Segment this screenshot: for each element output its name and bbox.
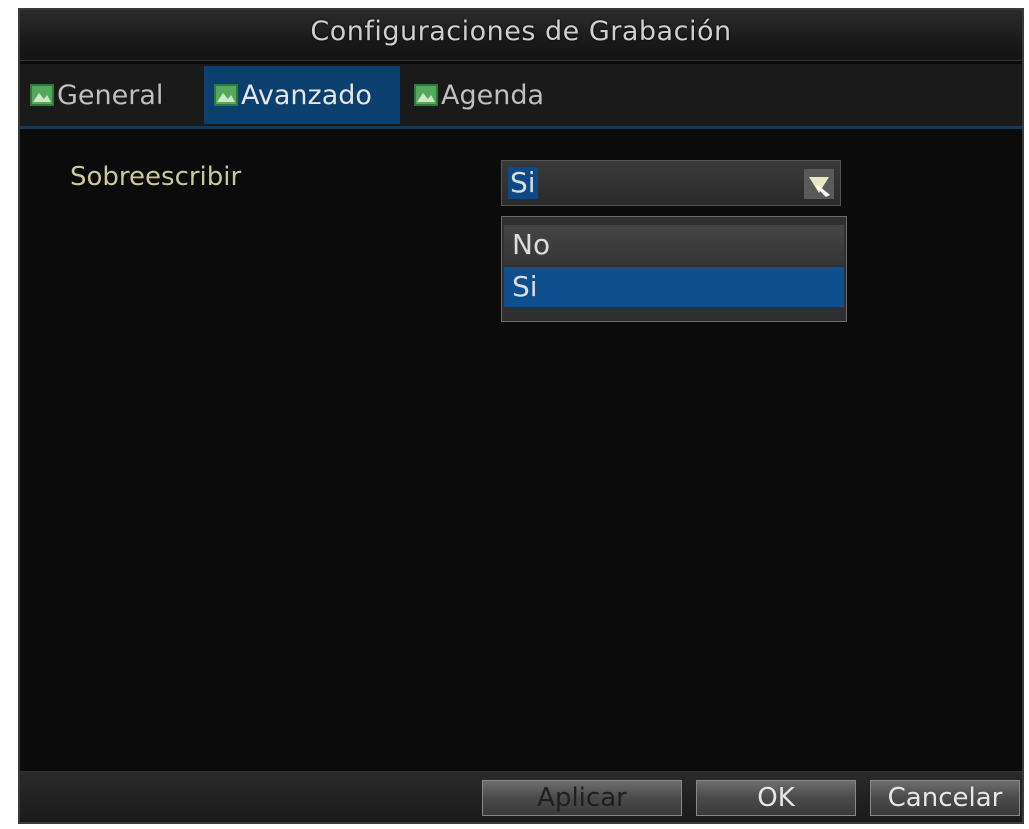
ok-button[interactable]: OK [696,780,856,816]
tab-general-label: General [57,79,164,111]
overwrite-dropdown-list: No Si [501,216,847,322]
apply-button[interactable]: Aplicar [482,780,682,816]
tab-agenda-label: Agenda [441,79,545,111]
option-si[interactable]: Si [504,267,844,307]
picture-icon [214,84,238,106]
tab-avanzado[interactable]: Avanzado [204,66,400,124]
cancel-button[interactable]: Cancelar [870,780,1020,816]
title-bar: Configuraciones de Grabación [20,10,1022,61]
overwrite-label: Sobreescribir [70,162,242,192]
overwrite-select[interactable]: Si [501,160,841,206]
window-title: Configuraciones de Grabación [310,16,732,47]
tab-bar: General Avanzado Agenda [20,64,1022,129]
footer-bar: Aplicar OK Cancelar [20,771,1022,822]
recording-settings-window: Configuraciones de Grabación General Ava… [18,8,1024,824]
tab-avanzado-label: Avanzado [241,79,372,111]
tab-general[interactable]: General [20,66,200,124]
tab-agenda[interactable]: Agenda [404,66,584,124]
option-no[interactable]: No [504,225,844,265]
dropdown-arrow-icon[interactable] [804,169,834,199]
overwrite-select-value: Si [508,166,538,199]
picture-icon [30,84,54,106]
picture-icon [414,84,438,106]
